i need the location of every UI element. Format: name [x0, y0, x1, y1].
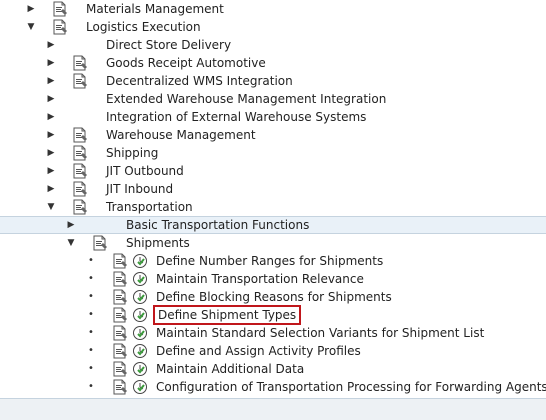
tree-node[interactable]: • Maintain Transportation Relevance: [0, 270, 546, 288]
img-document-icon[interactable]: [112, 289, 128, 305]
tree-node[interactable]: ▶ Basic Transportation Functions: [0, 216, 546, 234]
tree-node-label[interactable]: Warehouse Management: [106, 128, 256, 142]
tree-node[interactable]: • Define Blocking Reasons for Shipments: [0, 288, 546, 306]
tree-node[interactable]: • Configuration of Transportation Process…: [0, 378, 546, 396]
img-document-icon[interactable]: [112, 271, 128, 287]
bullet-icon: •: [88, 291, 94, 302]
expand-arrow-icon[interactable]: ▶: [46, 74, 56, 88]
tree-node[interactable]: • Maintain Additional Data: [0, 360, 546, 378]
execute-activity-icon[interactable]: [132, 253, 148, 269]
img-document-icon[interactable]: [112, 253, 128, 269]
tree-node[interactable]: ▼ Shipments: [0, 234, 546, 252]
collapse-arrow-icon[interactable]: ▼: [26, 20, 36, 34]
tree-node-label[interactable]: Maintain Transportation Relevance: [156, 272, 364, 286]
bullet-icon: •: [88, 309, 94, 320]
execute-activity-icon[interactable]: [132, 361, 148, 377]
tree-node[interactable]: ▶ Extended Warehouse Management Integrati…: [0, 90, 546, 108]
img-document-icon[interactable]: [112, 307, 128, 323]
expand-arrow-icon[interactable]: ▶: [46, 38, 56, 52]
bullet-icon: •: [88, 345, 94, 356]
bullet-icon: •: [88, 381, 94, 392]
tree-node[interactable]: • Define and Assign Activity Profiles: [0, 342, 546, 360]
tree-node-label[interactable]: Logistics Execution: [86, 20, 201, 34]
tree-node-label[interactable]: Direct Store Delivery: [106, 38, 231, 52]
img-document-icon[interactable]: [52, 1, 68, 17]
img-document-icon[interactable]: [72, 145, 88, 161]
img-document-icon[interactable]: [72, 181, 88, 197]
tree-node-label[interactable]: JIT Inbound: [106, 182, 173, 196]
tree-node-label[interactable]: Shipments: [126, 236, 190, 250]
img-structure-tree: ▶ Materials Management ▼ Logistics Executio…: [0, 0, 546, 419]
expand-arrow-icon[interactable]: ▶: [46, 128, 56, 142]
img-document-icon[interactable]: [72, 127, 88, 143]
tree-node-label[interactable]: Define Blocking Reasons for Shipments: [156, 290, 392, 304]
bullet-icon: •: [88, 327, 94, 338]
expand-arrow-icon[interactable]: ▶: [46, 182, 56, 196]
execute-activity-icon[interactable]: [132, 379, 148, 395]
tree-node[interactable]: ▶ Goods Receipt Automotive: [0, 54, 546, 72]
tree-node[interactable]: ▼ Logistics Execution: [0, 18, 546, 36]
execute-activity-icon[interactable]: [132, 325, 148, 341]
tree-node-label[interactable]: Define and Assign Activity Profiles: [156, 344, 361, 358]
img-document-icon[interactable]: [72, 73, 88, 89]
execute-activity-icon[interactable]: [132, 289, 148, 305]
img-document-icon[interactable]: [112, 343, 128, 359]
tree-node-label[interactable]: Decentralized WMS Integration: [106, 74, 293, 88]
tree-node-label[interactable]: Configuration of Transportation Processi…: [156, 380, 546, 394]
tree-node-label[interactable]: Materials Management: [86, 2, 224, 16]
tree-node[interactable]: ▼ Transportation: [0, 198, 546, 216]
img-document-icon[interactable]: [72, 163, 88, 179]
img-document-icon[interactable]: [72, 199, 88, 215]
expand-arrow-icon[interactable]: ▶: [46, 146, 56, 160]
tree-node-label[interactable]: Goods Receipt Automotive: [106, 56, 266, 70]
tree-node-label[interactable]: Shipping: [106, 146, 158, 160]
tree-node[interactable]: ▶ JIT Inbound: [0, 180, 546, 198]
tree-node[interactable]: • Define Number Ranges for Shipments: [0, 252, 546, 270]
tree-node[interactable]: ▶ JIT Outbound: [0, 162, 546, 180]
bullet-icon: •: [88, 255, 94, 266]
tree-node-label[interactable]: Extended Warehouse Management Integratio…: [106, 92, 386, 106]
expand-arrow-icon[interactable]: ▶: [46, 110, 56, 124]
tree-node[interactable]: • Maintain Standard Selection Variants fo…: [0, 324, 546, 342]
row-divider: [0, 216, 546, 217]
tree-node[interactable]: ▶ Integration of External Warehouse Syste…: [0, 108, 546, 126]
img-document-icon[interactable]: [92, 235, 108, 251]
execute-activity-icon[interactable]: [132, 271, 148, 287]
bullet-icon: •: [88, 363, 94, 374]
bullet-icon: •: [88, 273, 94, 284]
execute-activity-icon[interactable]: [132, 307, 148, 323]
status-bar: [0, 398, 546, 420]
img-document-icon[interactable]: [112, 361, 128, 377]
img-document-icon[interactable]: [72, 55, 88, 71]
expand-arrow-icon[interactable]: ▶: [46, 92, 56, 106]
collapse-arrow-icon[interactable]: ▼: [66, 236, 76, 250]
tree-node[interactable]: ▶ Decentralized WMS Integration: [0, 72, 546, 90]
execute-activity-icon[interactable]: [132, 343, 148, 359]
img-document-icon[interactable]: [112, 379, 128, 395]
expand-arrow-icon[interactable]: ▶: [46, 164, 56, 178]
tree-node[interactable]: ▶ Materials Management: [0, 0, 546, 18]
collapse-arrow-icon[interactable]: ▼: [46, 200, 56, 214]
expand-arrow-icon[interactable]: ▶: [66, 218, 76, 232]
tree-node[interactable]: ▶ Warehouse Management: [0, 126, 546, 144]
tree-node-label[interactable]: Transportation: [106, 200, 193, 214]
tree-node-label[interactable]: Maintain Standard Selection Variants for…: [156, 326, 484, 340]
tree-node-label[interactable]: Basic Transportation Functions: [126, 218, 309, 232]
tree-node-label[interactable]: Define Number Ranges for Shipments: [156, 254, 383, 268]
img-document-icon[interactable]: [112, 325, 128, 341]
tree-node[interactable]: ▶ Shipping: [0, 144, 546, 162]
tree-node-label[interactable]: Define Shipment Types: [152, 305, 302, 325]
expand-arrow-icon[interactable]: ▶: [26, 2, 36, 16]
tree-node[interactable]: ▶ Direct Store Delivery: [0, 36, 546, 54]
tree-node-label[interactable]: Integration of External Warehouse System…: [106, 110, 366, 124]
expand-arrow-icon[interactable]: ▶: [46, 56, 56, 70]
tree-node-label[interactable]: Maintain Additional Data: [156, 362, 304, 376]
tree-node[interactable]: • Define Shipment Types: [0, 305, 546, 325]
tree-node-label[interactable]: JIT Outbound: [106, 164, 184, 178]
img-document-icon[interactable]: [52, 19, 68, 35]
